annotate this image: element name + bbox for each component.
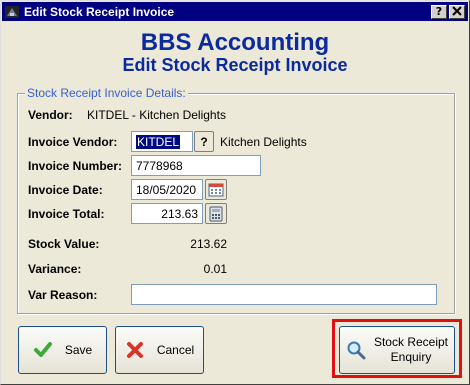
vendor-label: Vendor:	[28, 108, 73, 122]
var-reason-label: Var Reason:	[28, 288, 98, 302]
vendor-value: KITDEL - Kitchen Delights	[87, 108, 226, 122]
invoice-total-calculator-button[interactable]	[205, 203, 227, 224]
vendor-lookup-button[interactable]: ?	[194, 131, 214, 152]
title-bar: Edit Stock Receipt Invoice ?	[2, 2, 468, 21]
magnifier-icon	[346, 340, 366, 360]
invoice-details-group	[17, 93, 455, 314]
invoice-total-field[interactable]: 213.63	[131, 203, 203, 224]
invoice-date-label: Invoice Date:	[28, 183, 103, 197]
save-label: Save	[64, 343, 93, 357]
stock-value: 213.62	[190, 237, 227, 251]
close-icon	[452, 5, 462, 16]
edit-invoice-window: Edit Stock Receipt Invoice ? BBS Account…	[0, 0, 470, 385]
variance-label: Variance:	[28, 262, 82, 276]
app-icon	[4, 4, 20, 20]
cancel-button[interactable]: Cancel	[115, 326, 204, 374]
calculator-icon	[209, 206, 223, 221]
invoice-total-label: Invoice Total:	[28, 207, 105, 221]
save-button[interactable]: Save	[18, 326, 107, 374]
group-label: Stock Receipt Invoice Details:	[25, 86, 188, 100]
stock-value-label: Stock Value:	[28, 237, 100, 251]
stock-receipt-enquiry-button[interactable]: Stock Receipt Enquiry	[339, 326, 455, 374]
invoice-vendor-code: KITDEL	[136, 135, 181, 149]
invoice-number-label: Invoice Number:	[28, 159, 123, 173]
form-title-heading: Edit Stock Receipt Invoice	[122, 55, 348, 75]
enquiry-label-line1: Stock Receipt	[373, 335, 449, 349]
invoice-vendor-field[interactable]: KITDEL	[131, 131, 193, 152]
close-button[interactable]	[449, 4, 465, 19]
invoice-date-calendar-button[interactable]	[205, 179, 227, 200]
checkmark-icon	[33, 340, 53, 360]
var-reason-field[interactable]	[131, 284, 437, 305]
cancel-label: Cancel	[156, 343, 195, 357]
window-title: Edit Stock Receipt Invoice	[24, 4, 175, 19]
invoice-date-field[interactable]: 18/05/2020	[131, 179, 203, 200]
variance-value: 0.01	[203, 262, 227, 276]
app-name-heading: BBS Accounting	[140, 29, 330, 56]
invoice-vendor-name: Kitchen Delights	[220, 135, 307, 149]
enquiry-label-line2: Enquiry	[390, 350, 432, 364]
calendar-icon	[208, 183, 224, 197]
invoice-vendor-label: Invoice Vendor:	[28, 135, 118, 149]
help-button[interactable]: ?	[431, 4, 447, 19]
invoice-number-field[interactable]: 7778968	[131, 155, 261, 176]
cancel-x-icon	[125, 340, 145, 360]
